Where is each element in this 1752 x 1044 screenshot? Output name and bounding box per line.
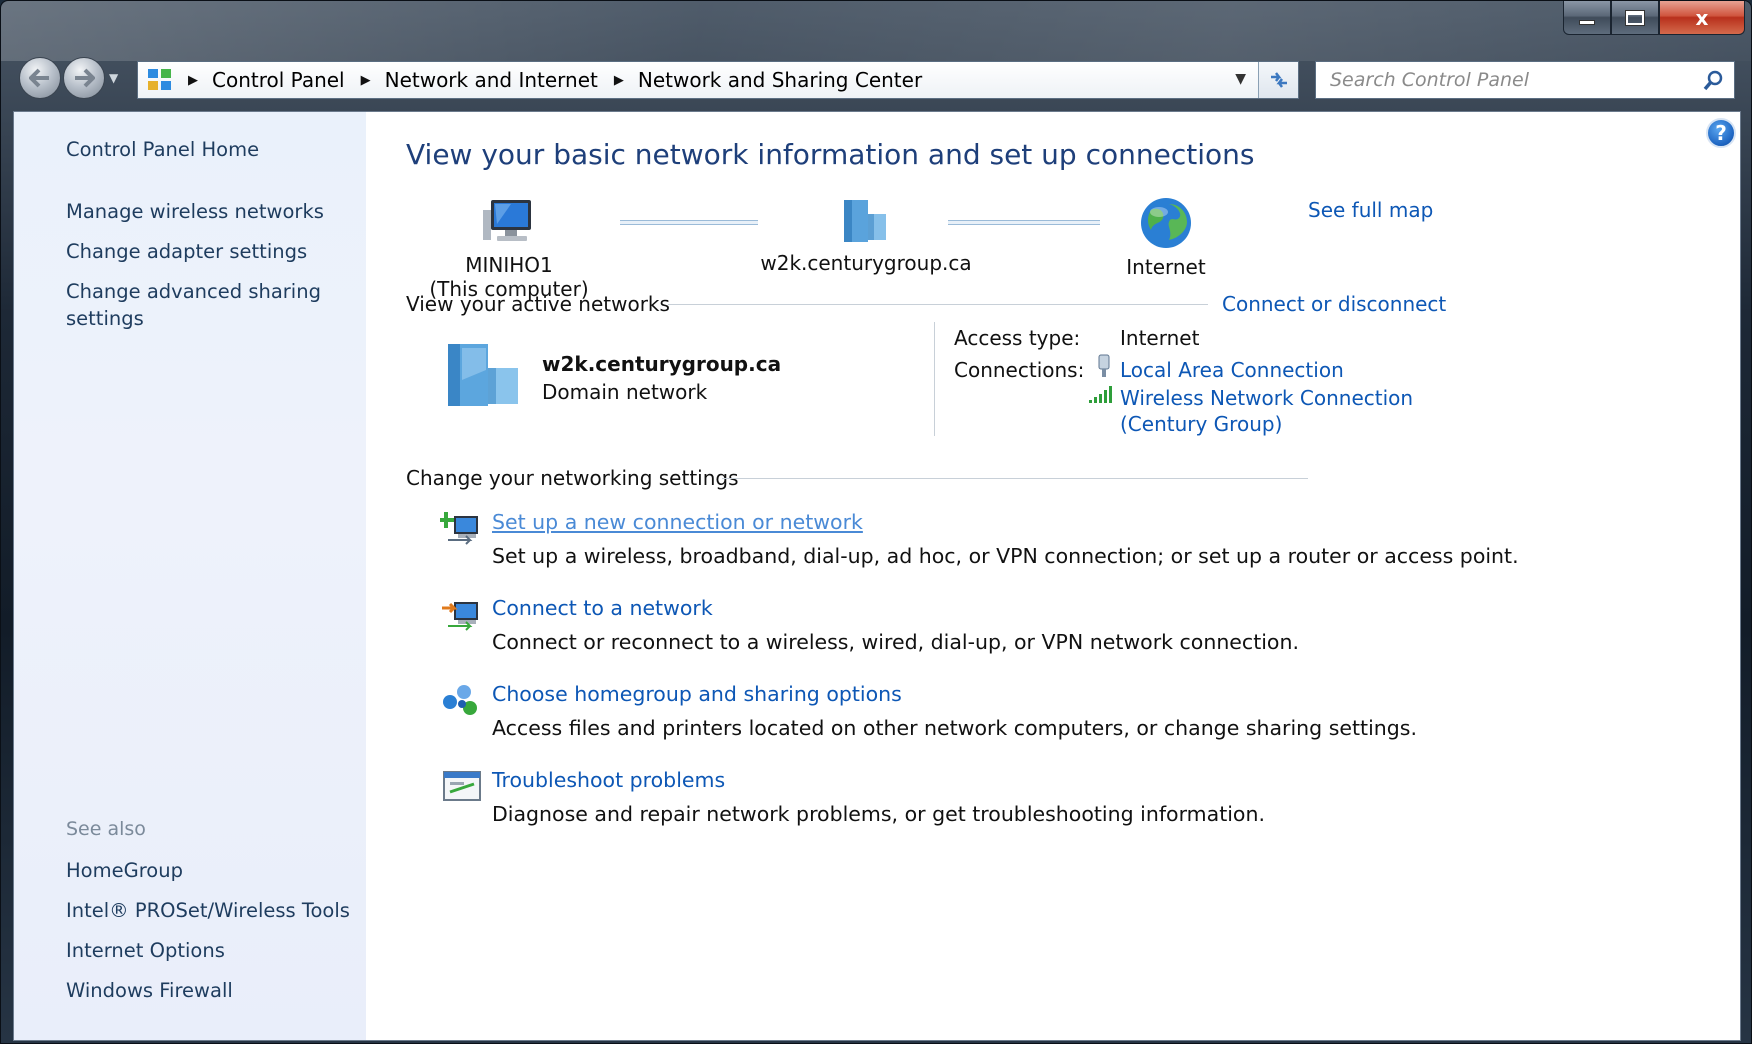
control-panel-icon — [148, 69, 171, 90]
active-networks-heading: View your active networks — [406, 292, 670, 316]
homegroup-icon — [443, 685, 477, 715]
search-box — [1315, 61, 1735, 99]
see-full-map-link[interactable]: See full map — [1308, 198, 1433, 222]
sidebar-item-intel-proset[interactable]: Intel® PROSet/Wireless Tools — [66, 897, 356, 924]
troubleshoot-icon — [443, 771, 481, 801]
search-icon[interactable] — [1702, 70, 1724, 92]
back-arrow-icon — [29, 68, 49, 88]
wireless-network-connection-link[interactable]: Wireless Network Connection — [1120, 386, 1413, 410]
map-link-line — [620, 220, 758, 225]
breadcrumb-separator-icon[interactable]: ▶ — [188, 73, 198, 88]
refresh-icon — [1270, 72, 1287, 88]
minimize-icon — [1579, 20, 1595, 25]
refresh-button[interactable] — [1258, 62, 1298, 98]
active-network-type[interactable]: Domain network — [542, 380, 707, 404]
maximize-button[interactable] — [1611, 1, 1659, 35]
connections-label: Connections: — [954, 358, 1085, 382]
internet-globe-icon — [1141, 198, 1191, 248]
map-node-internet[interactable]: Internet — [1096, 196, 1236, 279]
close-icon: x — [1695, 5, 1709, 30]
new-connection-icon — [440, 512, 478, 545]
sidebar-item-internet-options[interactable]: Internet Options — [66, 937, 356, 964]
map-node-this-computer[interactable]: MINIHO1 (This computer) — [424, 196, 594, 301]
breadcrumb-network-and-internet[interactable]: Network and Internet — [385, 68, 598, 92]
ethernet-plug-icon — [1098, 354, 1110, 377]
forward-button[interactable] — [63, 57, 105, 99]
local-area-connection-link[interactable]: Local Area Connection — [1120, 358, 1344, 382]
breadcrumb-control-panel[interactable]: Control Panel — [212, 68, 345, 92]
homegroup-sharing-description: Access files and printers located on oth… — [492, 716, 1417, 740]
sidebar-item-change-advanced-sharing-settings[interactable]: Change advanced sharing settings — [66, 278, 326, 332]
troubleshoot-problems-description: Diagnose and repair network problems, or… — [492, 802, 1265, 826]
active-network-name: w2k.centurygroup.ca — [542, 352, 782, 376]
sidebar-item-homegroup[interactable]: HomeGroup — [66, 857, 356, 884]
main-panel: View your basic network information and … — [366, 112, 1740, 1040]
sidebar-item-change-adapter-settings[interactable]: Change adapter settings — [66, 238, 356, 265]
close-button[interactable]: x — [1659, 1, 1745, 35]
breadcrumb-separator-icon[interactable]: ▶ — [614, 73, 624, 88]
computer-icon — [483, 200, 531, 241]
section-divider — [668, 304, 1208, 305]
vertical-divider — [934, 322, 935, 436]
sidebar-item-manage-wireless-networks[interactable]: Manage wireless networks — [66, 198, 356, 225]
internet-label: Internet — [1126, 255, 1206, 279]
address-bar[interactable]: ▶ Control Panel ▶ Network and Internet ▶… — [137, 61, 1299, 99]
caption-buttons: x — [1563, 1, 1745, 35]
domain-network-icon — [448, 344, 518, 406]
setup-new-connection-link[interactable]: Set up a new connection or network — [492, 510, 863, 534]
navigation-buttons: ▼ — [19, 57, 118, 99]
connect-to-network-link[interactable]: Connect to a network — [492, 596, 713, 620]
setup-new-connection-description: Set up a wireless, broadband, dial-up, a… — [492, 544, 1519, 568]
connect-or-disconnect-link[interactable]: Connect or disconnect — [1222, 292, 1446, 316]
sidebar: Control Panel Home Manage wireless netwo… — [14, 112, 366, 1040]
breadcrumb-separator-icon[interactable]: ▶ — [361, 73, 371, 88]
homegroup-sharing-link[interactable]: Choose homegroup and sharing options — [492, 682, 902, 706]
recent-pages-dropdown[interactable]: ▼ — [109, 71, 118, 85]
window-frame: x ▼ ▶ Control Panel ▶ Network and Intern… — [0, 0, 1752, 1044]
domain-name: w2k.centurygroup.ca — [760, 251, 972, 275]
map-node-domain[interactable]: w2k.centurygroup.ca — [756, 196, 976, 275]
connect-network-icon — [442, 602, 478, 631]
address-history-dropdown[interactable]: ▼ — [1235, 71, 1246, 87]
forward-arrow-icon — [75, 68, 95, 88]
domain-building-icon — [844, 200, 886, 242]
change-settings-heading: Change your networking settings — [406, 466, 739, 490]
section-divider — [722, 478, 1308, 479]
back-button[interactable] — [19, 57, 61, 99]
computer-name: MINIHO1 — [465, 253, 553, 277]
page-title: View your basic network information and … — [406, 138, 1255, 171]
sidebar-item-control-panel-home[interactable]: Control Panel Home — [66, 136, 356, 163]
wireless-signal-icon — [1089, 386, 1112, 403]
access-type-value: Internet — [1120, 326, 1200, 350]
content-area: Control Panel Home Manage wireless netwo… — [13, 111, 1741, 1041]
search-input[interactable] — [1316, 63, 1676, 97]
access-type-label: Access type: — [954, 326, 1081, 350]
minimize-button[interactable] — [1563, 1, 1611, 35]
troubleshoot-problems-link[interactable]: Troubleshoot problems — [492, 768, 725, 792]
see-also-heading: See also — [66, 818, 146, 840]
breadcrumb-network-and-sharing-center[interactable]: Network and Sharing Center — [638, 68, 922, 92]
maximize-icon — [1625, 9, 1645, 26]
wireless-network-name-link[interactable]: (Century Group) — [1120, 412, 1282, 436]
sidebar-item-windows-firewall[interactable]: Windows Firewall — [66, 977, 356, 1004]
map-link-line — [948, 220, 1100, 225]
connect-to-network-description: Connect or reconnect to a wireless, wire… — [492, 630, 1299, 654]
